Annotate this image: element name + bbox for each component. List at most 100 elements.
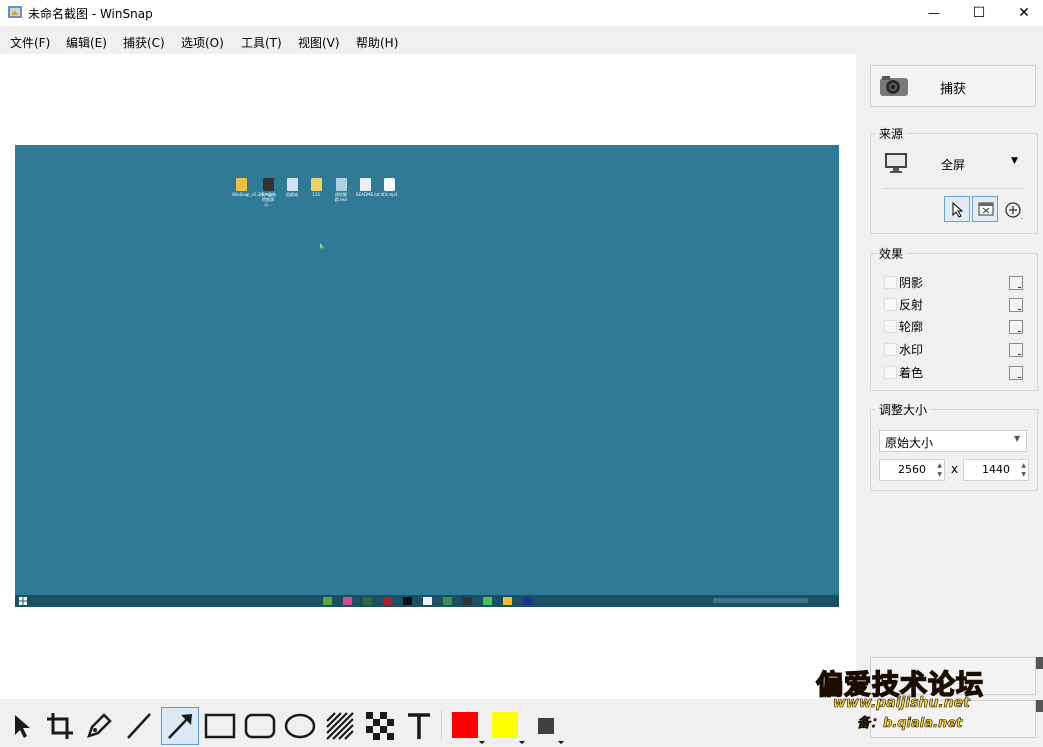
crop-icon [47,713,73,739]
height-value: 1440 [982,463,1010,476]
pointer-icon [15,715,30,738]
watermark-label: 水印 [899,343,924,357]
desktop-icon: 质检跟踪.exe [332,178,350,206]
colorize-checkbox[interactable] [884,366,897,379]
minimize-icon: — [928,6,940,20]
chevron-down-icon: ▼ [1014,434,1021,443]
menu-options[interactable]: 选项(O) [181,34,224,51]
close-icon: ✕ [1018,5,1030,21]
reflection-checkbox[interactable] [884,298,897,311]
capture-label: 捕获 [940,82,967,97]
line-icon [127,713,151,739]
options-panel: 捕获 来源 全屏 ▼ 效果 阴影 反射 轮廓 水印 着色 调整大小 原始大小 ▼… [856,54,1043,738]
add-circle-icon[interactable] [1004,201,1026,221]
watermark-backup-url: 备：b.qiala.net [857,716,963,732]
source-mode-select[interactable]: 全屏 [941,156,965,173]
stepper-arrows-icon[interactable]: ▲ ▼ [1021,461,1026,479]
desktop-icon: 123 [307,178,325,206]
watermark-url: www.paijishu.net [833,695,970,712]
maximize-icon: ☐ [972,5,986,21]
desktop-icon: dfd.mp3 [380,178,398,206]
menu-tools[interactable]: 工具(T) [241,34,282,51]
screenshot-taskbar [15,595,839,607]
rounded-rectangle-tool[interactable] [242,708,278,744]
effects-group: 效果 阴影 反射 轮廓 水印 着色 [870,245,1038,391]
outline-settings-button[interactable] [1009,320,1023,334]
rectangle-tool[interactable] [202,708,238,744]
colorize-label: 着色 [899,366,924,380]
desktop-icon: 打产品和特效演示... [259,178,277,207]
pen-icon [87,713,112,738]
height-stepper[interactable]: 1440 ▲ ▼ [963,459,1029,481]
line-tool[interactable] [121,708,157,744]
captured-screenshot[interactable]: WinSnap_v5.3.6.exe 打产品和特效演示... 回收站 123 质… [15,145,839,607]
resize-group: 调整大小 原始大小 ▼ 2560 ▲ ▼ x 1440 ▲ ▼ [870,401,1038,491]
menu-view[interactable]: 视图(V) [298,34,340,51]
text-icon [408,713,430,739]
outline-label: 轮廓 [899,320,924,334]
close-button[interactable]: ✕ [1001,0,1043,26]
effects-legend: 效果 [876,245,907,262]
menu-edit[interactable]: 编辑(E) [66,34,107,51]
primary-color-swatch[interactable] [452,712,478,738]
pen-tool[interactable] [81,708,117,744]
rounded-rectangle-icon [244,713,276,739]
hatch-tool[interactable] [322,708,358,744]
resize-mode-select[interactable]: 原始大小 ▼ [879,430,1027,452]
select-tool[interactable] [3,708,39,744]
window-capture-button[interactable] [972,196,998,222]
menu-bar: 文件(F) 编辑(E) 捕获(C) 选项(O) 工具(T) 视图(V) 帮助(H… [0,26,1043,54]
arrow-tool[interactable] [161,707,199,745]
maximize-button[interactable]: ☐ [956,0,1002,26]
menu-file[interactable]: 文件(F) [10,34,50,51]
chevron-down-icon[interactable] [558,741,564,744]
outline-checkbox[interactable] [884,320,897,333]
toolbar-divider [441,710,442,740]
watermark-settings-button[interactable] [1009,343,1023,357]
rectangle-icon [204,713,236,739]
camera-icon [880,76,908,96]
menu-capture[interactable]: 捕获(C) [123,34,165,51]
winsnap-app-icon [8,6,22,18]
window-select-icon [978,202,994,216]
colorize-settings-button[interactable] [1009,366,1023,380]
chevron-down-icon[interactable] [479,741,485,744]
resize-legend: 调整大小 [876,401,931,418]
divider [883,188,1024,189]
pixelate-icon [366,712,394,740]
secondary-color-swatch[interactable] [492,712,518,738]
drawing-toolbar [0,700,856,747]
shadow-settings-button[interactable] [1009,276,1023,290]
system-tray [713,598,808,603]
width-value: 2560 [898,463,926,476]
cursor-toggle-button[interactable] [944,196,970,222]
capture-button[interactable]: 捕获 [870,65,1036,107]
hatch-icon [326,712,354,740]
text-tool[interactable] [401,708,437,744]
menu-help[interactable]: 帮助(H) [356,34,398,51]
watermark-checkbox[interactable] [884,343,897,356]
reflection-settings-button[interactable] [1009,298,1023,312]
chevron-down-icon[interactable] [519,741,525,744]
crop-tool[interactable] [42,708,78,744]
ellipse-icon [284,713,316,739]
reflection-label: 反射 [899,298,924,312]
source-group: 来源 全屏 ▼ [870,125,1038,234]
taskbar-apps [323,597,533,605]
fill-color-swatch[interactable] [538,718,554,734]
desktop-icon: 回收站 [283,178,301,206]
pixelate-tool[interactable] [362,708,398,744]
forum-watermark: 偏爱技术论坛 www.paijishu.net 备：b.qiala.net [815,660,1043,747]
width-stepper[interactable]: 2560 ▲ ▼ [879,459,945,481]
mouse-cursor-icon [320,243,325,249]
windows-start-icon [19,597,27,605]
stepper-arrows-icon[interactable]: ▲ ▼ [937,461,942,479]
monitor-icon [885,153,907,173]
shadow-checkbox[interactable] [884,276,897,289]
minimize-button[interactable]: — [911,0,957,26]
ellipse-tool[interactable] [282,708,318,744]
desktop-icon: README.txt [356,178,380,206]
resize-mode-value: 原始大小 [885,436,934,450]
cursor-arrow-icon [952,202,964,218]
chevron-down-icon[interactable]: ▼ [1011,156,1018,166]
